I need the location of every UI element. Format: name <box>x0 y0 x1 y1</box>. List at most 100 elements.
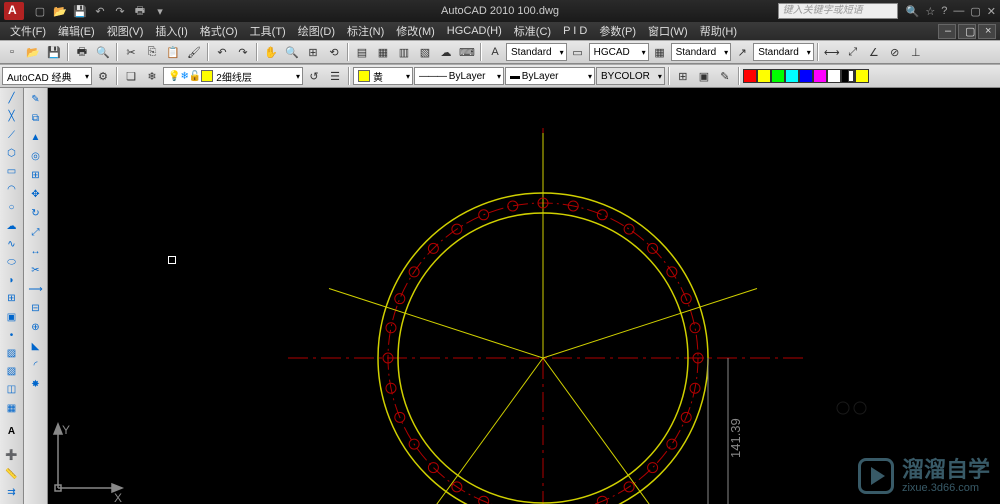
color-swatch-blue[interactable] <box>799 69 813 83</box>
chamfer-icon[interactable]: ◣ <box>26 337 46 355</box>
redo-icon[interactable]: ↷ <box>233 42 253 62</box>
region-icon[interactable]: ◫ <box>2 381 22 398</box>
zoom-icon[interactable]: 🔍 <box>282 42 302 62</box>
add-selected-icon[interactable]: ➕ <box>2 447 22 464</box>
save-icon[interactable]: 💾 <box>44 42 64 62</box>
open-icon[interactable]: 📂 <box>23 42 43 62</box>
mtext-icon[interactable]: A <box>2 423 22 440</box>
break-icon[interactable]: ⊟ <box>26 299 46 317</box>
undo-icon[interactable]: ↶ <box>212 42 232 62</box>
doc-close-icon[interactable]: × <box>978 24 996 39</box>
rotate-icon[interactable]: ↻ <box>26 204 46 222</box>
copy-icon[interactable]: ⎘ <box>142 42 162 62</box>
layer-freeze-icon[interactable]: ❄ <box>142 66 162 86</box>
menu-hgcad[interactable]: HGCAD(H) <box>441 25 508 37</box>
menu-standard[interactable]: 标准(C) <box>508 23 557 39</box>
dim-ordinate-icon[interactable]: ⊥ <box>906 42 926 62</box>
layer-manager-icon[interactable]: ❏ <box>121 66 141 86</box>
qat-dropdown-icon[interactable]: ▾ <box>152 3 168 19</box>
menu-help[interactable]: 帮助(H) <box>694 23 743 39</box>
zoom-window-icon[interactable]: ⊞ <box>303 42 323 62</box>
color-swatch-logical[interactable] <box>841 69 855 83</box>
qat-print-icon[interactable]: 🖶 <box>132 3 148 19</box>
cut-icon[interactable]: ✂ <box>121 42 141 62</box>
dim-style-icon[interactable]: ▭ <box>568 42 588 62</box>
color-swatch-magenta[interactable] <box>813 69 827 83</box>
menu-view[interactable]: 视图(V) <box>101 23 150 39</box>
minimize-icon[interactable]: — <box>953 5 964 18</box>
menu-draw[interactable]: 绘图(D) <box>292 23 341 39</box>
preview-icon[interactable]: 🔍 <box>93 42 113 62</box>
qat-open-icon[interactable]: 📂 <box>52 3 68 19</box>
make-block-icon[interactable]: ▣ <box>2 308 22 325</box>
dim-angular-icon[interactable]: ∠ <box>864 42 884 62</box>
color-swatch-current[interactable] <box>855 69 869 83</box>
quickcalc-icon[interactable]: ⌨ <box>457 42 477 62</box>
array-icon[interactable]: ⊞ <box>26 166 46 184</box>
polygon-icon[interactable]: ⬡ <box>2 145 22 162</box>
spline-icon[interactable]: ∿ <box>2 236 22 253</box>
mleader-style-icon[interactable]: ↗ <box>732 42 752 62</box>
select-similar-icon[interactable]: ⇉ <box>2 484 22 501</box>
create-block-icon[interactable]: ▣ <box>694 66 714 86</box>
new-icon[interactable]: ▫ <box>2 42 22 62</box>
plot-icon[interactable]: 🖶 <box>72 42 92 62</box>
explode-icon[interactable]: ✸ <box>26 375 46 393</box>
qat-new-icon[interactable]: ▢ <box>32 3 48 19</box>
tool-palettes-icon[interactable]: ▥ <box>394 42 414 62</box>
insert-block-tool-icon[interactable]: ⊞ <box>2 290 22 307</box>
menu-modify[interactable]: 修改(M) <box>390 23 441 39</box>
line-icon[interactable]: ╱ <box>2 90 22 107</box>
menu-parametric[interactable]: 参数(P) <box>593 23 642 39</box>
hatch-icon[interactable]: ▨ <box>2 345 22 362</box>
menu-pid[interactable]: P I D <box>557 25 593 37</box>
point-icon[interactable]: • <box>2 327 22 344</box>
color-swatch-yellow[interactable] <box>757 69 771 83</box>
menu-edit[interactable]: 编辑(E) <box>52 23 101 39</box>
table-icon[interactable]: ▦ <box>2 399 22 416</box>
ellipse-arc-icon[interactable]: ◗ <box>2 272 22 289</box>
pan-icon[interactable]: ✋ <box>261 42 281 62</box>
qat-save-icon[interactable]: 💾 <box>72 3 88 19</box>
edit-block-icon[interactable]: ✎ <box>715 66 735 86</box>
text-style-dropdown[interactable]: Standard <box>506 43 567 61</box>
qat-redo-icon[interactable]: ↷ <box>112 3 128 19</box>
layer-previous-icon[interactable]: ↺ <box>304 66 324 86</box>
erase-icon[interactable]: ✎ <box>26 90 46 108</box>
qat-undo-icon[interactable]: ↶ <box>92 3 108 19</box>
layer-state-icon[interactable]: ☰ <box>325 66 345 86</box>
polyline-icon[interactable]: ⟋ <box>2 126 22 143</box>
join-icon[interactable]: ⊕ <box>26 318 46 336</box>
fillet-icon[interactable]: ◜ <box>26 356 46 374</box>
menu-dimension[interactable]: 标注(N) <box>341 23 390 39</box>
help-icon[interactable]: ? <box>941 5 947 18</box>
properties-icon[interactable]: ▤ <box>352 42 372 62</box>
mirror-icon[interactable]: ▲ <box>26 128 46 146</box>
table-style-icon[interactable]: ▦ <box>650 42 670 62</box>
revcloud-icon[interactable]: ☁ <box>2 217 22 234</box>
drawing-canvas[interactable]: 141.39 Y X 溜溜自学 zixue.3d66.com <box>48 88 1000 504</box>
designcenter-icon[interactable]: ▦ <box>373 42 393 62</box>
stretch-icon[interactable]: ↔ <box>26 242 46 260</box>
menu-format[interactable]: 格式(O) <box>194 23 244 39</box>
layer-dropdown[interactable]: 💡❄🔓 2细线层 <box>163 67 303 85</box>
infocenter-icon[interactable]: ☆ <box>925 5 935 18</box>
construction-line-icon[interactable]: ╳ <box>2 108 22 125</box>
doc-minimize-icon[interactable]: – <box>938 24 956 39</box>
zoom-prev-icon[interactable]: ⟲ <box>324 42 344 62</box>
maximize-icon[interactable]: ▢ <box>970 5 980 18</box>
plotstyle-dropdown[interactable]: BYCOLOR <box>596 67 665 85</box>
offset-icon[interactable]: ◎ <box>26 147 46 165</box>
trim-icon[interactable]: ✂ <box>26 261 46 279</box>
search-icon[interactable]: 🔍 <box>906 5 920 18</box>
text-style-icon[interactable]: A <box>485 42 505 62</box>
hgcad-style-dropdown[interactable]: HGCAD <box>589 43 649 61</box>
menu-tools[interactable]: 工具(T) <box>244 23 292 39</box>
color-swatch-white[interactable] <box>827 69 841 83</box>
matchprop-icon[interactable]: 🖌 <box>184 42 204 62</box>
arc-icon[interactable]: ◠ <box>2 181 22 198</box>
move-icon[interactable]: ✥ <box>26 185 46 203</box>
scale-icon[interactable]: ⤢ <box>26 223 46 241</box>
table-style-dropdown[interactable]: Standard <box>753 43 814 61</box>
linetype-dropdown[interactable]: ——— ByLayer <box>414 67 504 85</box>
